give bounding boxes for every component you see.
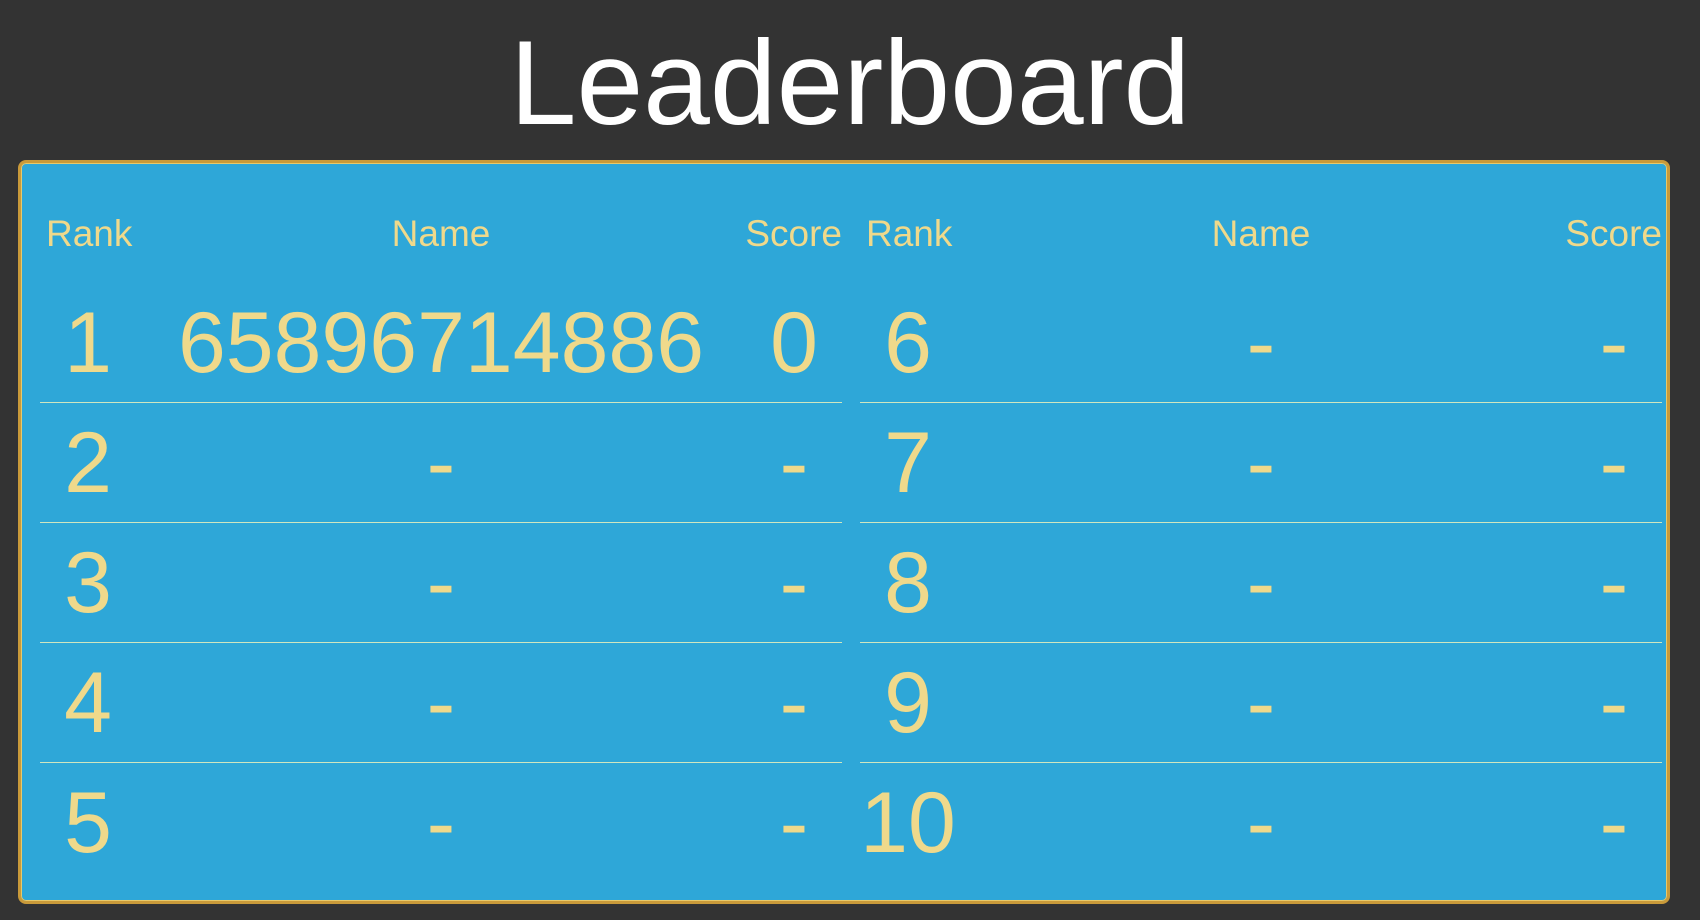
score-cell: -: [1599, 294, 1629, 391]
table-row: 1 65896714886 0: [40, 283, 842, 403]
header-name: Name: [1211, 213, 1311, 254]
rank-cell: 2: [64, 414, 112, 511]
name-cell: -: [1246, 294, 1276, 391]
leaderboard-column-left: Rank Name Score 1 65896714886 0 2 - - 3 …: [40, 163, 842, 882]
leaderboard-panel: Rank Name Score 1 65896714886 0 2 - - 3 …: [18, 160, 1670, 904]
score-cell: -: [779, 774, 809, 871]
table-row: 7 - -: [860, 403, 1662, 523]
table-header: Rank Name Score: [40, 163, 842, 283]
rank-cell: 5: [64, 774, 112, 871]
name-cell: -: [1246, 414, 1276, 511]
score-cell: -: [1599, 414, 1629, 511]
name-cell: -: [426, 534, 456, 631]
rank-cell: 9: [884, 654, 932, 751]
rank-cell: 4: [64, 654, 112, 751]
score-cell: -: [779, 654, 809, 751]
name-cell: -: [426, 654, 456, 751]
header-score: Score: [1565, 213, 1662, 254]
name-cell: -: [1246, 774, 1276, 871]
rank-cell: 8: [884, 534, 932, 631]
score-cell: -: [1599, 774, 1629, 871]
table-row: 5 - -: [40, 763, 842, 882]
score-cell: -: [779, 414, 809, 511]
name-cell: 65896714886: [177, 294, 705, 391]
score-cell: -: [1599, 654, 1629, 751]
leaderboard-column-right: Rank Name Score 6 - - 7 - - 8 - - 9 - - …: [860, 163, 1662, 882]
rank-cell: 1: [64, 294, 112, 391]
score-cell: -: [1599, 534, 1629, 631]
rank-cell: 7: [884, 414, 932, 511]
name-cell: -: [426, 774, 456, 871]
name-cell: -: [1246, 654, 1276, 751]
rank-cell: 10: [860, 774, 956, 871]
table-row: 3 - -: [40, 523, 842, 643]
table-row: 6 - -: [860, 283, 1662, 403]
rank-cell: 6: [884, 294, 932, 391]
table-header: Rank Name Score: [860, 163, 1662, 283]
header-name: Name: [391, 213, 491, 254]
page-title: Leaderboard: [509, 16, 1191, 150]
rank-cell: 3: [64, 534, 112, 631]
score-cell: -: [779, 534, 809, 631]
score-cell: 0: [770, 294, 818, 391]
table-row: 9 - -: [860, 643, 1662, 763]
table-row: 2 - -: [40, 403, 842, 523]
name-cell: -: [1246, 534, 1276, 631]
header-score: Score: [745, 213, 842, 254]
table-row: 4 - -: [40, 643, 842, 763]
table-row: 8 - -: [860, 523, 1662, 643]
table-row: 10 - -: [860, 763, 1662, 882]
name-cell: -: [426, 414, 456, 511]
